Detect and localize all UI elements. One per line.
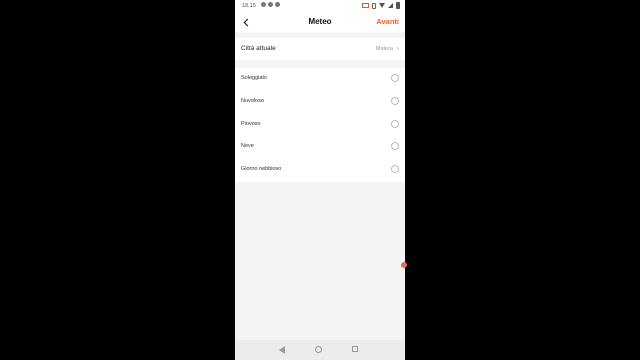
status-bar: 18.15 bbox=[235, 0, 405, 13]
weather-option-cloudy[interactable]: Nuvoloso bbox=[235, 91, 405, 113]
option-label: Piovoso bbox=[241, 121, 261, 127]
radio-unchecked-icon[interactable] bbox=[391, 142, 399, 150]
nav-back-icon[interactable] bbox=[279, 346, 285, 354]
next-button[interactable]: Avanti bbox=[376, 17, 399, 26]
current-city-row[interactable]: Città attuale Matera › bbox=[235, 38, 405, 60]
system-nav-bar bbox=[235, 340, 405, 360]
radio-unchecked-icon[interactable] bbox=[391, 97, 399, 105]
option-label: Neve bbox=[241, 143, 254, 149]
weather-options-list: Soleggiato Nuvoloso Piovoso Neve Giorno … bbox=[235, 68, 405, 182]
system-icons bbox=[362, 2, 400, 9]
floating-touch-indicator bbox=[401, 262, 407, 268]
top-bar: Meteo Avanti bbox=[235, 13, 405, 32]
signal-icon bbox=[388, 3, 393, 8]
battery-icon bbox=[396, 2, 400, 9]
option-label: Giorno nebbioso bbox=[241, 166, 282, 172]
weather-option-snow[interactable]: Neve bbox=[235, 136, 405, 158]
option-label: Soleggiato bbox=[241, 75, 267, 81]
option-label: Nuvoloso bbox=[241, 98, 264, 104]
vibrate-icon bbox=[372, 2, 376, 9]
nav-home-icon[interactable] bbox=[315, 346, 322, 353]
radio-unchecked-icon[interactable] bbox=[391, 74, 399, 82]
notification-icon bbox=[275, 2, 280, 7]
radio-unchecked-icon[interactable] bbox=[391, 120, 399, 128]
weather-option-foggy[interactable]: Giorno nebbioso bbox=[235, 159, 405, 181]
city-label: Città attuale bbox=[241, 45, 276, 52]
weather-option-rainy[interactable]: Piovoso bbox=[235, 114, 405, 136]
whatsapp-icon bbox=[268, 2, 273, 7]
notification-icons bbox=[261, 2, 280, 7]
city-value: Matera bbox=[375, 46, 393, 52]
phone-screen: 18.15 Meteo Avanti Città attuale Matera … bbox=[235, 0, 405, 360]
chevron-right-icon: › bbox=[397, 46, 399, 52]
messenger-icon bbox=[261, 2, 266, 7]
weather-option-sunny[interactable]: Soleggiato bbox=[235, 68, 405, 90]
cast-icon bbox=[362, 3, 369, 8]
wifi-icon bbox=[379, 3, 385, 8]
nav-recent-icon[interactable] bbox=[352, 346, 358, 352]
radio-unchecked-icon[interactable] bbox=[391, 165, 399, 173]
status-time: 18.15 bbox=[242, 3, 256, 9]
